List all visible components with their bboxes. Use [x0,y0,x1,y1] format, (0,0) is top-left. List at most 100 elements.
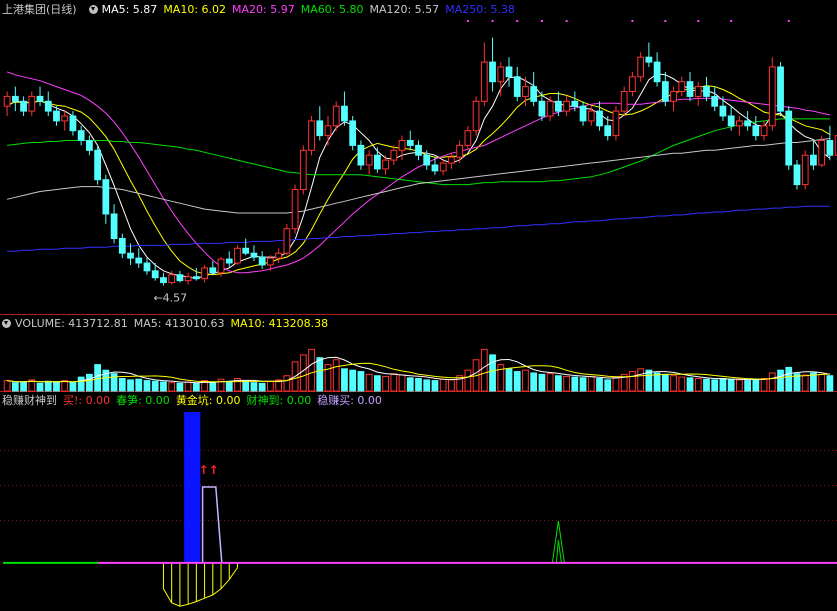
volume-bar [744,380,751,392]
low-price-marker: ←4.57 [153,292,187,305]
candle-body [530,86,538,102]
volume-bar [77,376,85,392]
volume-bar [736,379,743,392]
candle-body [349,120,357,146]
candle-body [760,125,768,137]
candle-body [620,91,628,112]
candle-body [192,276,200,280]
volume-bar [785,366,793,392]
candle-body [234,247,241,264]
volume-bar [801,374,809,392]
volume-bar [127,379,134,392]
candle-body [3,95,11,107]
candle-body [316,120,324,137]
signal-dot [565,20,568,22]
volume-bar [382,375,389,392]
price-header: 上港集团(日线) MA5: 5.87 MA10: 6.02 MA20: 5.97 MA6… [2,2,527,18]
candle-body [670,91,677,102]
candle-body [291,189,299,230]
candle-body [250,252,258,258]
candle-body [135,257,143,264]
volume-bar [538,373,546,392]
ma-label-1: MA10: 6.02 [163,3,227,16]
candle-body [406,140,414,146]
signal-dot [631,20,634,22]
candle-body [604,125,612,137]
caishen-signal-inner [555,539,562,563]
volume-bar [299,354,307,392]
volume-bar [719,378,727,392]
volume-bar [678,376,686,392]
volume-bar [406,377,414,392]
volume-bar [554,375,562,392]
signal-dot [730,20,733,22]
signal-dot [787,20,790,22]
ma-legend: MA5: 5.87 MA10: 6.02 MA20: 5.97 MA60: 5.80 M… [102,3,521,16]
volume-bar [587,375,595,392]
volume-bar [596,378,603,392]
volume-bar [316,357,324,392]
volume-bar [69,382,77,392]
volume-label-0: VOLUME: 413712.81 [15,317,128,330]
candle-body [365,154,373,166]
volume-bar [629,371,636,392]
volume-bar [727,378,735,392]
candle-body [143,262,151,272]
candle-body [719,105,727,117]
candle-body [768,66,776,127]
volume-bar [752,378,760,392]
candle-body [439,162,447,172]
volume-bar [497,364,505,392]
volume-legend: VOLUME: 413712.81 MA5: 413010.63 MA10: 413… [15,317,334,330]
dropdown-icon[interactable] [88,5,98,14]
candle-body [77,130,85,141]
volume-bar [192,382,200,392]
volume-bar [579,377,587,392]
ma-label-0: MA5: 5.87 [101,3,158,16]
candle-body [275,252,283,259]
volume-bar [760,378,768,392]
candle-body [423,154,431,166]
signal-dot [540,20,543,22]
signal-arrows: ↑↑ [199,463,219,477]
candle-body [373,154,381,170]
candle-body [69,115,77,132]
ma-label-3: MA60: 5.80 [300,3,364,16]
candle-body [711,95,719,107]
chart-title: 上港集团(日线) [2,3,77,16]
volume-bar [530,372,538,392]
wenzhuan-signal-line [201,486,223,563]
volume-bar [571,376,579,392]
candle-body [801,154,809,186]
signal-dot [697,20,700,22]
volume-header: VOLUME: 413712.81 MA5: 413010.63 MA10: 413… [2,316,340,332]
candle-body [489,61,496,83]
volume-bar [637,368,645,392]
volume-bar [341,368,348,392]
signal-dot [664,20,667,22]
volume-bar [612,376,620,392]
candle-body [563,100,570,112]
volume-bar [513,371,521,392]
volume-bar [768,372,776,392]
candle-body [382,159,389,170]
volume-bar [480,348,488,392]
volume-bar [11,382,19,392]
candle-body [645,56,653,63]
candle-body [225,258,233,264]
volume-bar [431,380,439,392]
dropdown-icon[interactable] [2,319,11,328]
volume-bar [448,379,455,392]
volume-bar [653,372,661,392]
candle-body [637,56,645,78]
candle-body [448,156,455,164]
volume-bar [3,380,11,392]
candle-body [653,61,661,83]
candle-body [554,100,562,112]
candle-body [168,274,176,284]
candle-body [686,81,694,97]
candle-body [267,257,274,266]
candle-body [415,144,422,156]
candle-body [629,76,636,93]
volume-bar [308,348,315,392]
